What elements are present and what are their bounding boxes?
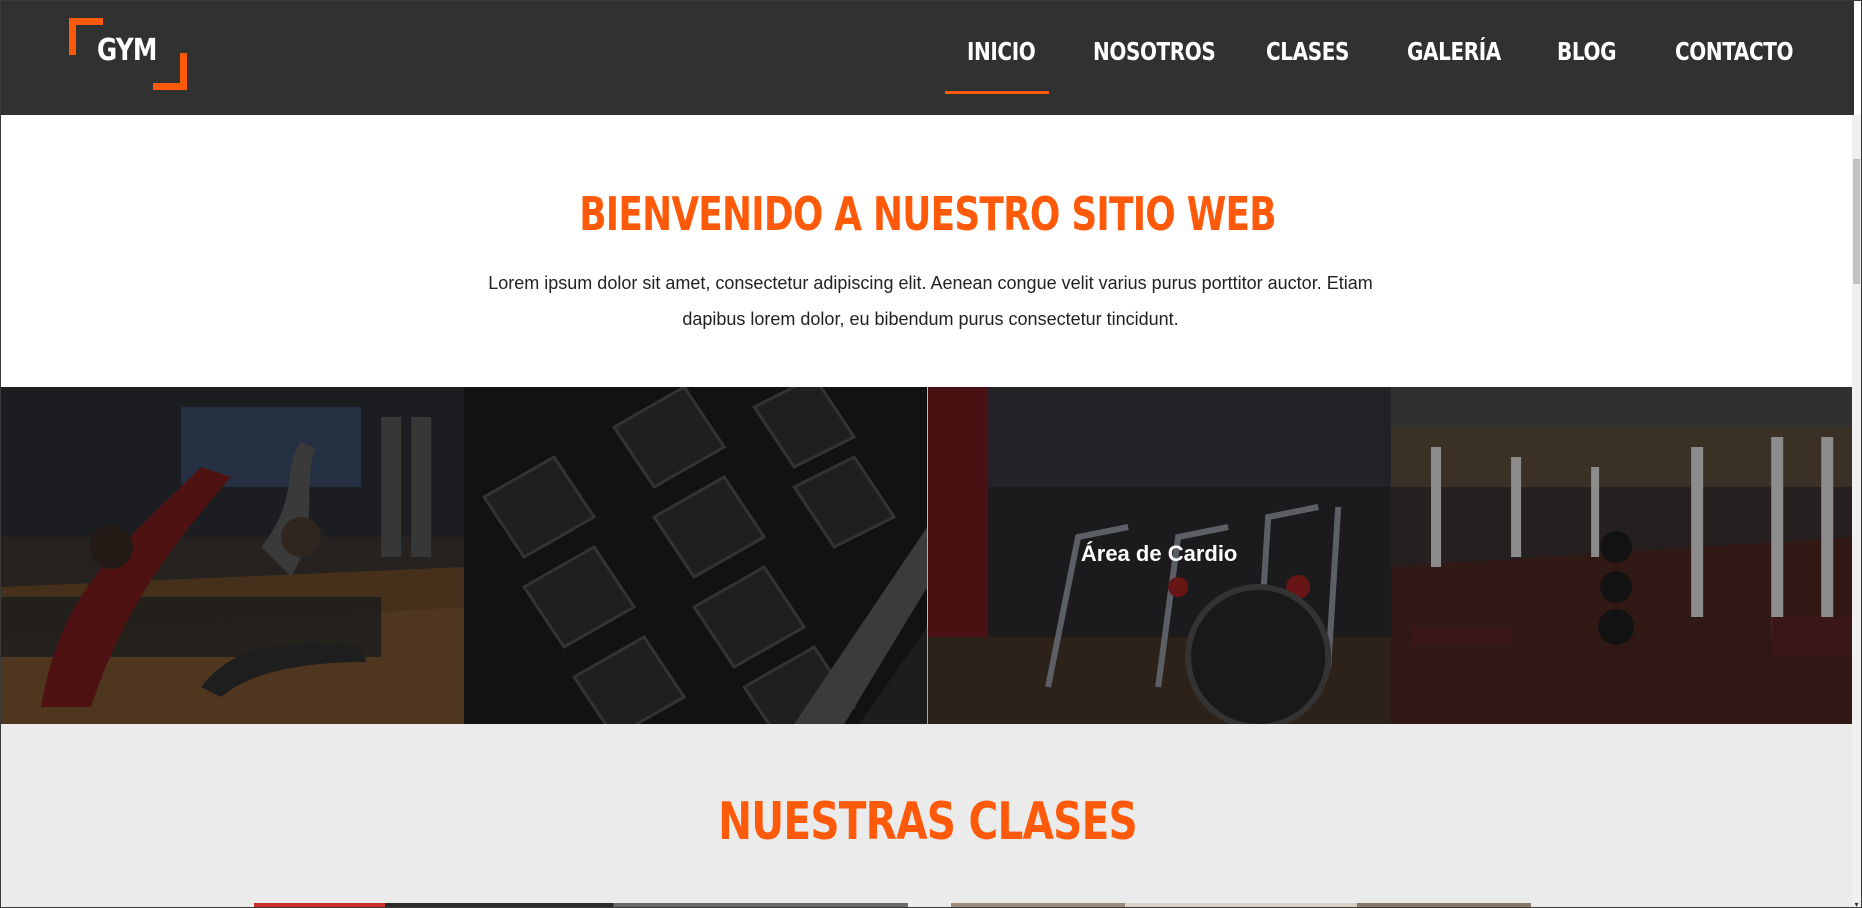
scrollbar-thumb[interactable] (1853, 159, 1860, 284)
logo-text: GYM (97, 33, 157, 68)
gallery-tile-stretching[interactable] (1, 387, 465, 724)
nav-item-nosotros[interactable]: NOSOTROS (1093, 37, 1216, 66)
nav-item-galeria[interactable]: GALERÍA (1407, 37, 1501, 66)
dumbbells-photo (464, 387, 928, 724)
page: GYM INICIO NOSOTROS CLASES GALERÍA BLOG … (0, 0, 1862, 908)
nav-active-indicator (945, 91, 1049, 94)
gallery-tile-cardio[interactable]: Área de Cardio (927, 387, 1391, 724)
welcome-section: BIENVENIDO A NUESTRO SITIO WEB Lorem ips… (1, 115, 1854, 387)
logo[interactable]: GYM (69, 18, 187, 90)
class-card-image-1[interactable] (254, 903, 908, 907)
nav-item-contacto[interactable]: CONTACTO (1675, 37, 1794, 66)
scroll-down-icon[interactable]: ▾ (1852, 900, 1861, 907)
classes-section: NUESTRAS CLASES (1, 724, 1854, 907)
nav-item-clases[interactable]: CLASES (1266, 37, 1349, 66)
gallery-tile-dumbbells[interactable] (464, 387, 928, 724)
stretching-photo (1, 387, 465, 724)
nav-item-inicio[interactable]: INICIO (967, 37, 1036, 66)
gallery-tile-weight-room[interactable] (1390, 387, 1854, 724)
page-scrollbar[interactable]: ▾ (1852, 115, 1861, 907)
gallery-caption-cardio: Área de Cardio (1080, 541, 1238, 566)
classes-title: NUESTRAS CLASES (718, 792, 1138, 852)
welcome-title: BIENVENIDO A NUESTRO SITIO WEB (579, 187, 1276, 241)
nav-item-blog[interactable]: BLOG (1557, 37, 1616, 66)
logo-corner-bottom-right (153, 53, 187, 90)
gallery-strip: Área de Cardio (1, 387, 1854, 724)
welcome-text: Lorem ipsum dolor sit amet, consectetur … (488, 273, 1373, 329)
class-card-image-2[interactable] (951, 903, 1531, 907)
navbar: GYM INICIO NOSOTROS CLASES GALERÍA BLOG … (1, 1, 1854, 115)
weight-room-photo (1390, 387, 1854, 724)
